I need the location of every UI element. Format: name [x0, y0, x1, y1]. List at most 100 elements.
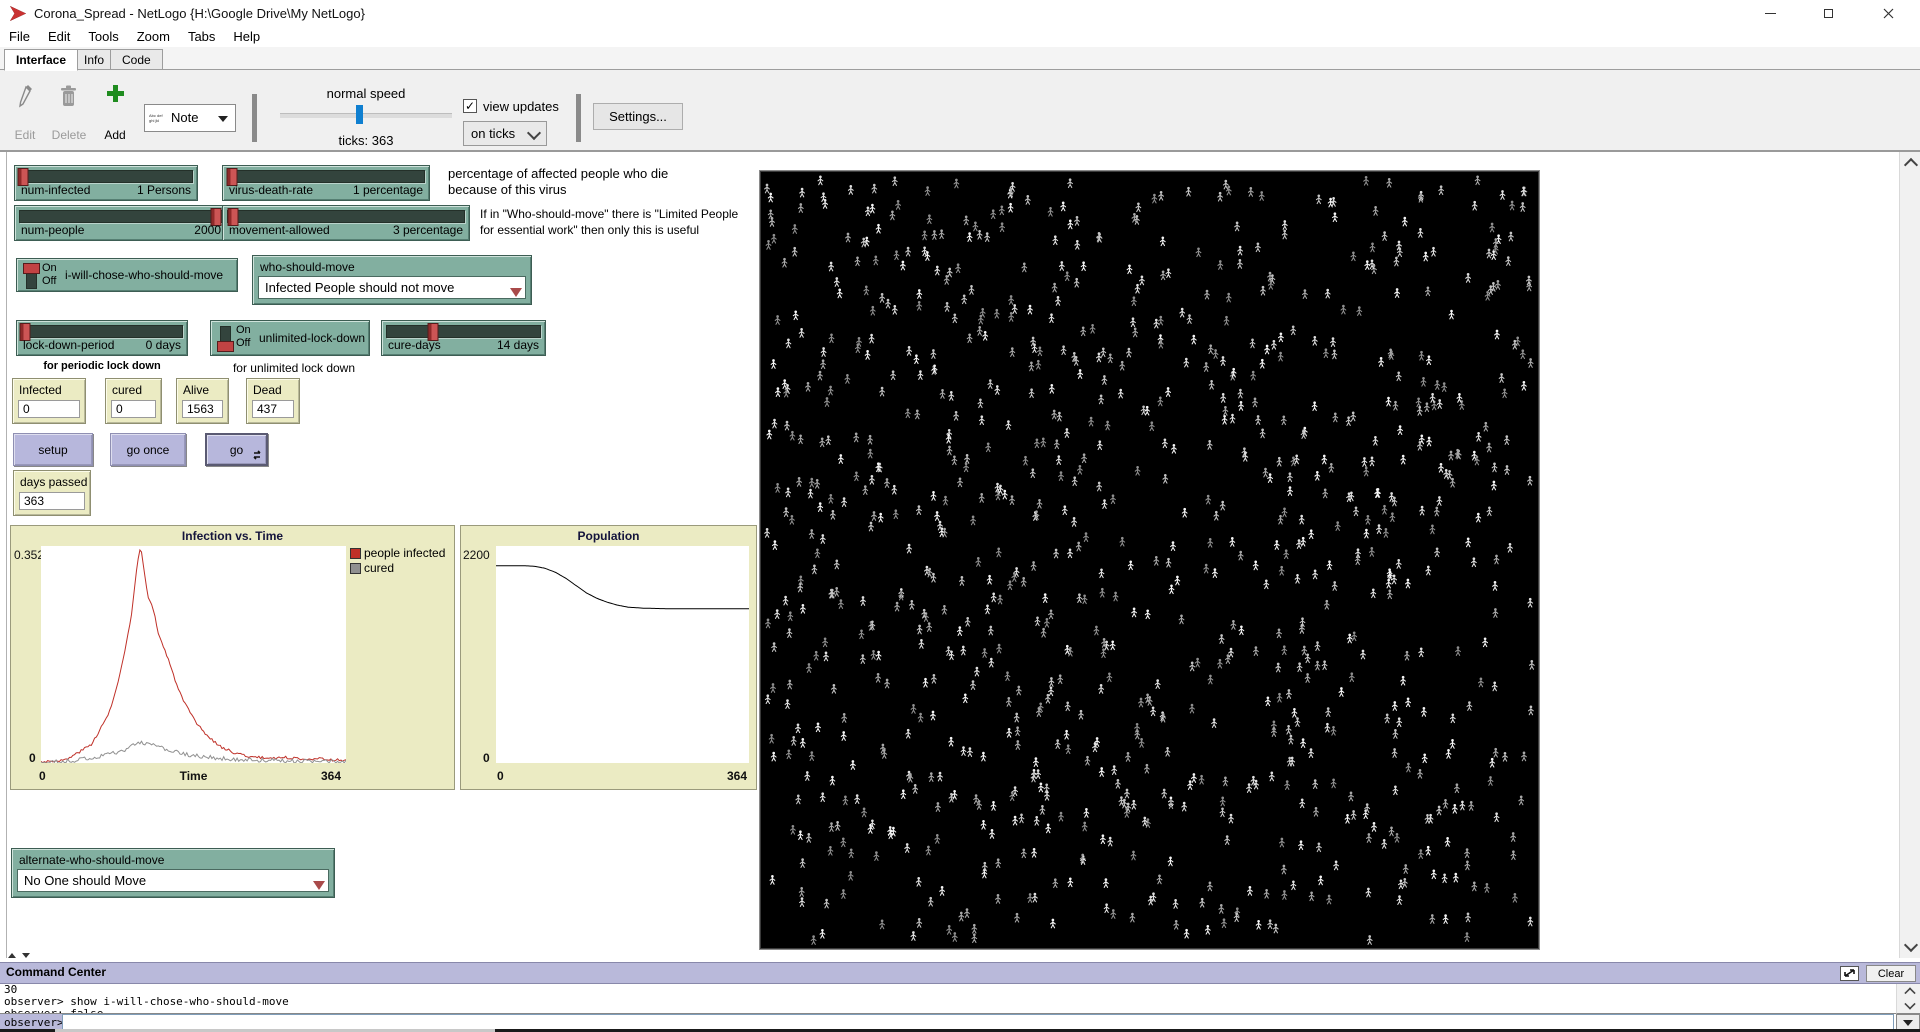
slider-cure-days[interactable]: cure-days 14 days — [381, 320, 546, 356]
output-scrollbar[interactable] — [1896, 984, 1920, 1014]
menu-zoom[interactable]: Zoom — [128, 27, 179, 47]
chooser-who-should-move[interactable]: who-should-move Infected People should n… — [252, 255, 532, 305]
switch-unlimited-lock-down[interactable]: On Off unlimited-lock-down — [210, 320, 370, 356]
view-updates-checkbox[interactable]: ✓ — [463, 99, 477, 113]
slider-track[interactable] — [21, 325, 183, 338]
monitor-value: 0 — [111, 400, 156, 418]
slider-num-infected[interactable]: num-infected 1 Persons — [14, 165, 198, 201]
menu-tabs[interactable]: Tabs — [179, 27, 224, 47]
slider-virus-death-rate[interactable]: virus-death-rate 1 percentage — [222, 165, 430, 201]
splitter-down-icon[interactable] — [22, 953, 30, 958]
y-max-label: 0.352 — [14, 548, 44, 562]
interface-vertical-scrollbar[interactable] — [1899, 152, 1920, 958]
world-view-agents — [761, 172, 1538, 948]
slider-value: 1 percentage — [353, 183, 423, 197]
legend-item-cured: cured — [350, 561, 394, 575]
x-min-label: 0 — [497, 769, 504, 783]
switch-toggle[interactable] — [26, 264, 37, 289]
chooser-label: alternate-who-should-move — [19, 853, 164, 867]
note-periodic-lockdown: for periodic lock down — [16, 360, 188, 372]
switch-knob[interactable] — [217, 341, 234, 352]
title-bar: Corona_Spread - NetLogo {H:\Google Drive… — [0, 0, 1920, 27]
splitter-up-icon[interactable] — [8, 953, 16, 958]
command-center-output: 30 observer> show i-will-chose-who-shoul… — [0, 984, 1896, 1014]
monitor-cured: cured 0 — [105, 378, 162, 424]
scroll-down-icon[interactable] — [1904, 938, 1918, 952]
slider-track[interactable] — [19, 210, 223, 223]
switch-i-will-chose-who-should-move[interactable]: On Off i-will-chose-who-should-move — [16, 258, 238, 292]
y-min-label: 0 — [483, 751, 490, 765]
checkmark-icon: ✓ — [465, 99, 475, 113]
scroll-down-icon[interactable] — [1904, 998, 1915, 1009]
note-movement: If in "Who-should-move" there is "Limite… — [480, 206, 770, 238]
legend-swatch-red — [350, 548, 361, 559]
add-tool-label: Add — [100, 128, 130, 142]
update-mode-value: on ticks — [471, 122, 515, 145]
slider-track[interactable] — [227, 210, 465, 223]
speed-slider-track[interactable] — [280, 113, 452, 118]
slider-num-people[interactable]: num-people 2000 — [14, 205, 228, 241]
monitor-label: Dead — [253, 383, 282, 397]
go-once-button[interactable]: go once — [110, 433, 186, 466]
scroll-up-icon[interactable] — [1904, 158, 1918, 172]
menu-help[interactable]: Help — [224, 27, 269, 47]
monitor-value: 0 — [18, 400, 80, 418]
go-button[interactable]: go — [205, 433, 268, 466]
switch-knob[interactable] — [23, 263, 40, 274]
plot-canvas — [41, 546, 346, 763]
menu-tools[interactable]: Tools — [79, 27, 127, 47]
chevron-down-icon — [527, 126, 541, 140]
menu-file[interactable]: File — [0, 27, 39, 47]
tab-code[interactable]: Code — [110, 49, 163, 70]
monitor-value: 437 — [252, 400, 294, 418]
note-death-rate: percentage of affected people who die be… — [448, 166, 748, 198]
tab-strip: Interface Info Code — [0, 47, 1920, 70]
close-button[interactable] — [1857, 0, 1920, 27]
slider-value: 14 days — [497, 338, 539, 352]
x-max-label: 364 — [727, 769, 747, 783]
widget-type-select[interactable]: Abc def ghi jkl Note — [144, 104, 236, 132]
switch-onoff-labels: On Off — [236, 324, 251, 350]
scroll-up-icon[interactable] — [1904, 987, 1915, 998]
netlogo-logo-icon — [9, 6, 27, 21]
chooser-alternate-who-should-move[interactable]: alternate-who-should-move No One should … — [11, 848, 335, 898]
tab-interface[interactable]: Interface — [4, 49, 78, 71]
slider-lock-down-period[interactable]: lock-down-period 0 days — [16, 320, 188, 356]
chooser-value: Infected People should not move — [265, 280, 454, 295]
speed-slider-label: normal speed — [280, 86, 452, 101]
slider-value: 3 percentage — [393, 223, 463, 237]
chooser-value-box[interactable]: Infected People should not move — [258, 276, 526, 299]
slider-movement-allowed[interactable]: movement-allowed 3 percentage — [222, 205, 470, 241]
dropdown-arrow-icon — [218, 116, 228, 122]
slider-label: lock-down-period — [23, 338, 114, 352]
plus-icon — [107, 85, 124, 102]
y-min-label: 0 — [29, 751, 36, 765]
window-title: Corona_Spread - NetLogo {H:\Google Drive… — [34, 0, 365, 27]
forever-icon — [252, 450, 262, 460]
clear-button[interactable]: Clear — [1866, 965, 1916, 982]
menu-bar: File Edit Tools Zoom Tabs Help — [0, 27, 1920, 47]
update-mode-select[interactable]: on ticks — [463, 121, 547, 146]
switch-toggle[interactable] — [220, 326, 231, 351]
speed-slider-thumb[interactable] — [356, 105, 363, 124]
trash-icon — [60, 84, 78, 110]
minimize-button[interactable] — [1741, 0, 1799, 27]
monitor-value: 1563 — [182, 400, 223, 418]
monitor-value: 363 — [19, 492, 85, 510]
detach-button[interactable] — [1840, 966, 1859, 981]
slider-track[interactable] — [227, 170, 425, 183]
setup-button[interactable]: setup — [13, 433, 93, 466]
slider-value: 1 Persons — [137, 183, 191, 197]
command-center-splitter[interactable] — [8, 953, 30, 958]
slider-track[interactable] — [386, 325, 541, 338]
pane-left-border — [6, 152, 7, 958]
settings-button[interactable]: Settings... — [593, 103, 683, 130]
chooser-value-box[interactable]: No One should Move — [17, 869, 329, 892]
menu-edit[interactable]: Edit — [39, 27, 79, 47]
view-updates-label: view updates — [483, 99, 559, 114]
maximize-button[interactable] — [1799, 0, 1857, 27]
command-center-header: Command Center Clear — [0, 962, 1920, 984]
edit-tool-label: Edit — [8, 128, 42, 142]
slider-track[interactable] — [19, 170, 193, 183]
dropdown-arrow-icon — [1903, 1020, 1913, 1026]
